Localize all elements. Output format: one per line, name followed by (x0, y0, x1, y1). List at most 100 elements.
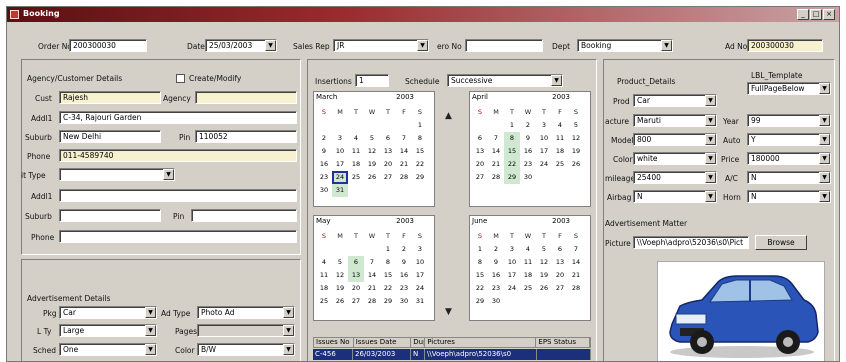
calendar-day[interactable]: 11 (520, 256, 536, 269)
calendar-day[interactable]: 18 (520, 269, 536, 282)
chevron-down-icon[interactable]: ▼ (705, 95, 716, 106)
chevron-down-icon[interactable]: ▼ (661, 40, 672, 51)
agency-field[interactable] (195, 91, 297, 104)
calendar-day[interactable]: 20 (380, 158, 396, 171)
col-eps-status[interactable]: EPS Status (536, 338, 590, 347)
pin-field[interactable]: 110052 (195, 130, 297, 143)
calendar-day[interactable]: 21 (364, 282, 380, 295)
calendar-day[interactable]: 4 (316, 256, 332, 269)
calendar-day[interactable]: 14 (488, 145, 504, 158)
chevron-down-icon[interactable]: ▼ (819, 134, 830, 145)
calendar-day[interactable]: 26 (364, 171, 380, 184)
calendar-april[interactable]: April 2003 S M T W T F S 1 2 3 4 5 6 7 8 9 10 11 12 13 14 15 16 1… (469, 91, 591, 207)
col-dup[interactable]: Dup (411, 338, 426, 347)
cust-field[interactable]: Rajesh (59, 91, 161, 104)
calendar-day[interactable]: 15 (380, 269, 396, 282)
chevron-down-icon[interactable]: ▼ (145, 307, 156, 318)
calendar-day[interactable]: 19 (364, 158, 380, 171)
chevron-down-icon[interactable]: ▼ (283, 344, 294, 355)
auto-dropdown[interactable]: Y ▼ (747, 133, 831, 146)
calendar-day[interactable]: 29 (380, 295, 396, 308)
calendar-day[interactable]: 21 (396, 158, 412, 171)
calendar-day[interactable]: 28 (396, 171, 412, 184)
calendar-day[interactable]: 18 (552, 145, 568, 158)
calendar-day[interactable]: 6 (472, 132, 488, 145)
calendar-day[interactable]: 25 (520, 282, 536, 295)
calendar-day[interactable]: 29 (412, 171, 428, 184)
schedule-dropdown[interactable]: Successive ▼ (447, 74, 563, 87)
calendar-day[interactable]: 30 (520, 171, 536, 184)
calendar-day[interactable]: 15 (504, 145, 520, 158)
calendar-day[interactable]: 16 (316, 158, 332, 171)
calendar-day[interactable]: 28 (364, 295, 380, 308)
calendar-day[interactable]: 15 (472, 269, 488, 282)
insertions-field[interactable]: 1 (355, 74, 389, 87)
price-dropdown[interactable]: 180000 ▼ (747, 152, 831, 165)
type-dropdown[interactable]: ▼ (59, 168, 175, 181)
calendar-day[interactable]: 10 (412, 256, 428, 269)
calendar-day[interactable]: 8 (380, 256, 396, 269)
year-dropdown[interactable]: 99 ▼ (747, 114, 831, 127)
addr1-field[interactable]: C-34, Rajouri Garden (59, 111, 297, 124)
calendar-day[interactable]: 5 (364, 132, 380, 145)
calendar-day[interactable]: 8 (504, 132, 520, 145)
calendar-day[interactable]: 21 (568, 269, 584, 282)
calendar-day[interactable]: 2 (316, 132, 332, 145)
mileage-dropdown[interactable]: 25400 ▼ (633, 171, 717, 184)
chevron-down-icon[interactable]: ▼ (145, 325, 156, 336)
calendar-day[interactable]: 19 (568, 145, 584, 158)
calendar-day[interactable]: 5 (536, 243, 552, 256)
calendar-day[interactable]: 24 (332, 171, 348, 184)
calendar-day[interactable]: 27 (552, 282, 568, 295)
chevron-down-icon[interactable]: ▼ (705, 172, 716, 183)
calendar-day[interactable]: 22 (380, 282, 396, 295)
chevron-down-icon[interactable]: ▼ (551, 75, 562, 86)
calendar-day[interactable]: 6 (380, 132, 396, 145)
calendar-day[interactable]: 12 (364, 145, 380, 158)
calendar-day[interactable]: 10 (332, 145, 348, 158)
calendar-day[interactable]: 4 (552, 119, 568, 132)
phone2-field[interactable] (59, 230, 297, 243)
calendar-day[interactable]: 22 (472, 282, 488, 295)
calendar-day[interactable]: 18 (348, 158, 364, 171)
template-dropdown[interactable]: FullPageBelow ▼ (747, 82, 831, 95)
calendar-day[interactable]: 9 (520, 132, 536, 145)
calendar-day[interactable]: 12 (568, 132, 584, 145)
calendar-day[interactable]: 8 (472, 256, 488, 269)
calendar-day[interactable]: 22 (412, 158, 428, 171)
calendar-day[interactable]: 1 (504, 119, 520, 132)
calendar-day[interactable]: 23 (316, 171, 332, 184)
chevron-down-icon[interactable]: ▼ (163, 169, 174, 180)
phone-field[interactable]: 011-4589740 (59, 149, 297, 162)
calendar-day[interactable]: 14 (568, 256, 584, 269)
size-dropdown[interactable]: Large ▼ (59, 324, 157, 337)
calendar-day[interactable]: 19 (332, 282, 348, 295)
model-dropdown[interactable]: 800 ▼ (633, 133, 717, 146)
chevron-down-icon[interactable]: ▼ (819, 191, 830, 202)
calendar-day[interactable]: 7 (488, 132, 504, 145)
calendar-day[interactable]: 7 (396, 132, 412, 145)
calendar-day[interactable]: 24 (536, 158, 552, 171)
calendar-day[interactable]: 12 (536, 256, 552, 269)
calendar-day[interactable]: 22 (504, 158, 520, 171)
pin2-field[interactable] (191, 209, 297, 222)
create-modify-checkbox[interactable] (176, 74, 185, 83)
browse-button[interactable]: Browse (755, 235, 807, 250)
chevron-down-icon[interactable]: ▼ (265, 40, 276, 51)
ero-no-field[interactable] (465, 39, 543, 52)
calendar-day[interactable]: 15 (412, 145, 428, 158)
calendar-day[interactable]: 17 (536, 145, 552, 158)
calendar-day[interactable]: 13 (348, 269, 364, 282)
chevron-down-icon[interactable]: ▼ (705, 134, 716, 145)
calendar-day[interactable]: 3 (504, 243, 520, 256)
col-issues-date[interactable]: Issues Date (354, 338, 412, 347)
calendar-day[interactable]: 24 (412, 282, 428, 295)
calendar-day[interactable]: 14 (364, 269, 380, 282)
col-issues-no[interactable]: Issues No (314, 338, 354, 347)
calendar-day[interactable]: 5 (568, 119, 584, 132)
calendar-day[interactable]: 16 (488, 269, 504, 282)
calendar-june[interactable]: June 2003 S M T W T F S 1 2 3 4 5 6 7 8 9 10 11 12 13 14 15 16 17… (469, 215, 591, 321)
calendar-day[interactable]: 5 (332, 256, 348, 269)
suburb2-field[interactable] (59, 209, 161, 222)
calendar-day[interactable]: 30 (488, 295, 504, 308)
